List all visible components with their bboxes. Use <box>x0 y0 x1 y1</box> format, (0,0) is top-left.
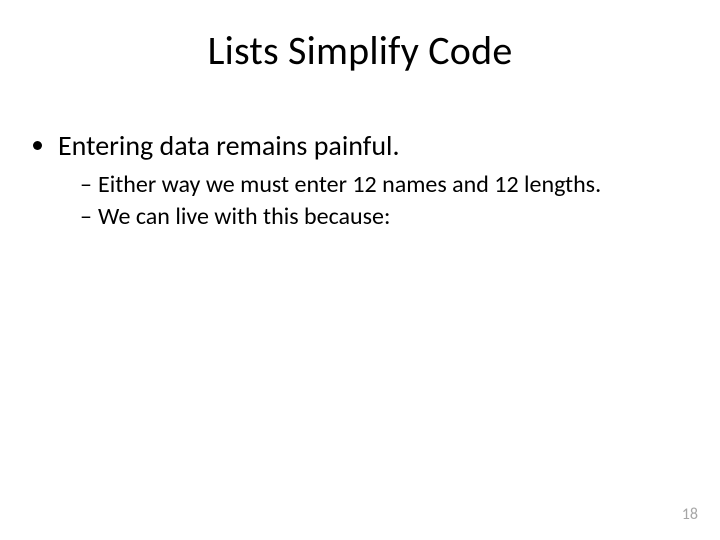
bullet-text: Entering data remains painful. <box>58 128 400 163</box>
slide-body: Entering data remains painful. Either wa… <box>30 128 690 240</box>
page-number: 18 <box>682 505 698 524</box>
slide: Lists Simplify Code Entering data remain… <box>0 0 720 540</box>
bullet-text: Either way we must enter 12 names and 12… <box>98 170 601 199</box>
list-item: Either way we must enter 12 names and 12… <box>80 169 690 201</box>
slide-title: Lists Simplify Code <box>0 26 720 75</box>
list-item: Entering data remains painful. Either wa… <box>58 128 690 234</box>
bullet-list-level2: Either way we must enter 12 names and 12… <box>58 169 690 234</box>
bullet-list-level1: Entering data remains painful. Either wa… <box>30 128 690 234</box>
list-item: We can live with this because: <box>80 201 690 233</box>
bullet-text: We can live with this because: <box>98 202 390 231</box>
